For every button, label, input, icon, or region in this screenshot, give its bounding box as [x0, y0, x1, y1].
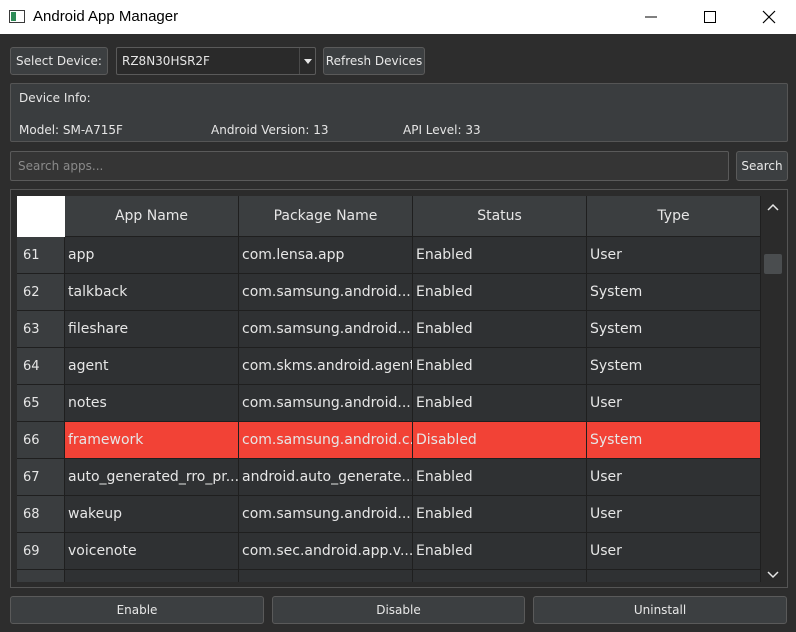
table-row[interactable]: 69 voicenote com.sec.android.app.v... En… — [17, 533, 761, 570]
column-header-type[interactable]: Type — [587, 196, 761, 237]
window-title: Android App Manager — [33, 8, 179, 25]
search-button[interactable]: Search — [736, 151, 788, 181]
cell-app-name[interactable]: voicenote — [65, 533, 239, 570]
title-bar: Android App Manager — [0, 0, 796, 34]
api-level: API Level: 33 — [403, 123, 481, 137]
table-row[interactable]: 67 auto_generated_rro_pr... android.auto… — [17, 459, 761, 496]
search-input[interactable] — [10, 151, 729, 181]
cell-type[interactable]: System — [587, 274, 761, 311]
cell-type[interactable]: User — [587, 496, 761, 533]
select-device-button[interactable]: Select Device: — [10, 47, 108, 75]
cell-type[interactable]: User — [587, 459, 761, 496]
chevron-down-icon[interactable] — [299, 48, 315, 74]
cell-app-name[interactable]: framework — [65, 422, 239, 459]
cell-app-name[interactable]: app — [65, 237, 239, 274]
column-header-package-name[interactable]: Package Name — [239, 196, 413, 237]
cell-package-name[interactable]: com.lensa.app — [239, 237, 413, 274]
row-number[interactable]: 67 — [17, 459, 65, 496]
cell-package-name[interactable]: com.samsung.android.... — [239, 311, 413, 348]
device-combobox[interactable]: RZ8N30HSR2F — [116, 47, 316, 75]
cell-app-name[interactable] — [65, 570, 239, 582]
cell-package-name[interactable] — [239, 570, 413, 582]
cell-status[interactable]: Enabled — [413, 311, 587, 348]
app-window-icon — [9, 10, 25, 23]
device-info-title: Device Info: — [19, 91, 91, 105]
vertical-scrollbar[interactable] — [763, 196, 783, 583]
cell-app-name[interactable]: wakeup — [65, 496, 239, 533]
maximize-button[interactable] — [681, 0, 739, 34]
table-row-selected[interactable]: 66 framework com.samsung.android.c... Di… — [17, 422, 761, 459]
enable-button[interactable]: Enable — [10, 596, 264, 624]
table-row[interactable]: 68 wakeup com.samsung.android.... Enable… — [17, 496, 761, 533]
cell-status[interactable]: Enabled — [413, 533, 587, 570]
cell-package-name[interactable]: com.samsung.android.... — [239, 496, 413, 533]
android-version: Android Version: 13 — [211, 123, 329, 137]
disable-button[interactable]: Disable — [272, 596, 525, 624]
cell-app-name[interactable]: notes — [65, 385, 239, 422]
cell-status[interactable] — [413, 570, 587, 582]
cell-status[interactable]: Enabled — [413, 348, 587, 385]
table-row[interactable]: 64 agent com.skms.android.agent Enabled … — [17, 348, 761, 385]
device-info-panel: Device Info: Model: SM-A715F Android Ver… — [10, 83, 788, 142]
refresh-devices-button[interactable]: Refresh Devices — [323, 47, 425, 75]
cell-type[interactable] — [587, 570, 761, 582]
cell-app-name[interactable]: agent — [65, 348, 239, 385]
close-button[interactable] — [740, 0, 796, 34]
table-body: 61 app com.lensa.app Enabled User 62 tal… — [17, 237, 761, 582]
table-row-partial[interactable] — [17, 570, 761, 582]
uninstall-button[interactable]: Uninstall — [533, 596, 787, 624]
row-number[interactable]: 66 — [17, 422, 65, 459]
table-row[interactable]: 63 fileshare com.samsung.android.... Ena… — [17, 311, 761, 348]
cell-type[interactable]: User — [587, 237, 761, 274]
cell-type[interactable]: System — [587, 311, 761, 348]
table-row[interactable]: 65 notes com.samsung.android.... Enabled… — [17, 385, 761, 422]
cell-package-name[interactable]: com.sec.android.app.v... — [239, 533, 413, 570]
cell-status[interactable]: Enabled — [413, 274, 587, 311]
cell-status[interactable]: Enabled — [413, 237, 587, 274]
scrollbar-thumb[interactable] — [764, 254, 782, 274]
close-icon — [762, 10, 776, 24]
chevron-up-icon[interactable] — [767, 203, 779, 211]
minimize-button[interactable] — [622, 0, 680, 34]
table-row[interactable]: 62 talkback com.samsung.android.... Enab… — [17, 274, 761, 311]
cell-package-name[interactable]: com.samsung.android.... — [239, 385, 413, 422]
cell-type[interactable]: User — [587, 385, 761, 422]
column-header-app-name[interactable]: App Name — [65, 196, 239, 237]
cell-app-name[interactable]: auto_generated_rro_pr... — [65, 459, 239, 496]
row-number[interactable]: 69 — [17, 533, 65, 570]
cell-status[interactable]: Enabled — [413, 459, 587, 496]
row-number[interactable]: 62 — [17, 274, 65, 311]
table-row[interactable]: 61 app com.lensa.app Enabled User — [17, 237, 761, 274]
cell-app-name[interactable]: fileshare — [65, 311, 239, 348]
row-number[interactable] — [17, 570, 65, 582]
row-number[interactable]: 64 — [17, 348, 65, 385]
cell-app-name[interactable]: talkback — [65, 274, 239, 311]
cell-package-name[interactable]: android.auto_generate... — [239, 459, 413, 496]
device-combobox-value: RZ8N30HSR2F — [122, 54, 210, 68]
row-number[interactable]: 61 — [17, 237, 65, 274]
cell-type[interactable]: User — [587, 533, 761, 570]
apps-table: App Name Package Name Status Type 61 app… — [10, 189, 788, 588]
column-header-status[interactable]: Status — [413, 196, 587, 237]
cell-package-name[interactable]: com.skms.android.agent — [239, 348, 413, 385]
cell-package-name[interactable]: com.samsung.android.c... — [239, 422, 413, 459]
cell-status[interactable]: Disabled — [413, 422, 587, 459]
cell-type[interactable]: System — [587, 422, 761, 459]
device-model: Model: SM-A715F — [19, 123, 123, 137]
row-number[interactable]: 63 — [17, 311, 65, 348]
table-corner-button[interactable] — [17, 196, 65, 237]
cell-status[interactable]: Enabled — [413, 385, 587, 422]
chevron-down-icon[interactable] — [767, 571, 779, 579]
minimize-icon — [645, 16, 657, 18]
cell-package-name[interactable]: com.samsung.android.... — [239, 274, 413, 311]
cell-status[interactable]: Enabled — [413, 496, 587, 533]
cell-type[interactable]: System — [587, 348, 761, 385]
maximize-icon — [704, 11, 716, 23]
row-number[interactable]: 65 — [17, 385, 65, 422]
row-number[interactable]: 68 — [17, 496, 65, 533]
